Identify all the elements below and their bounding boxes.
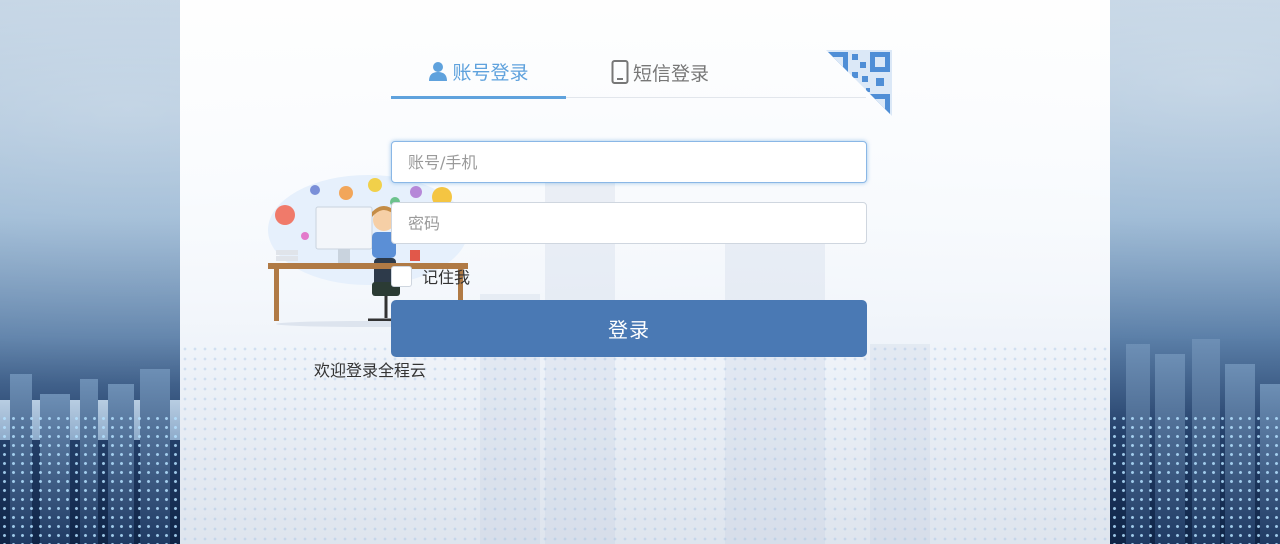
user-icon [429, 62, 448, 81]
tab-sms-login[interactable]: 短信登录 [611, 46, 731, 98]
password-input[interactable] [391, 202, 867, 244]
tab-sms-label: 短信登录 [633, 62, 710, 85]
username-input[interactable] [391, 141, 867, 183]
tab-account-label: 账号登录 [452, 61, 529, 84]
login-tabs: 账号登录 短信登录 [391, 46, 866, 99]
remember-me-checkbox[interactable] [391, 265, 412, 287]
login-button[interactable]: 登录 [391, 300, 867, 357]
remember-me[interactable]: 记住我 [391, 264, 470, 288]
qr-code-icon[interactable] [826, 50, 892, 116]
welcome-text: 欢迎登录全程云 [313, 361, 426, 380]
mobile-phone-icon [611, 60, 629, 84]
remember-me-label: 记住我 [422, 268, 471, 287]
tab-account-login[interactable]: 账号登录 [391, 46, 566, 99]
